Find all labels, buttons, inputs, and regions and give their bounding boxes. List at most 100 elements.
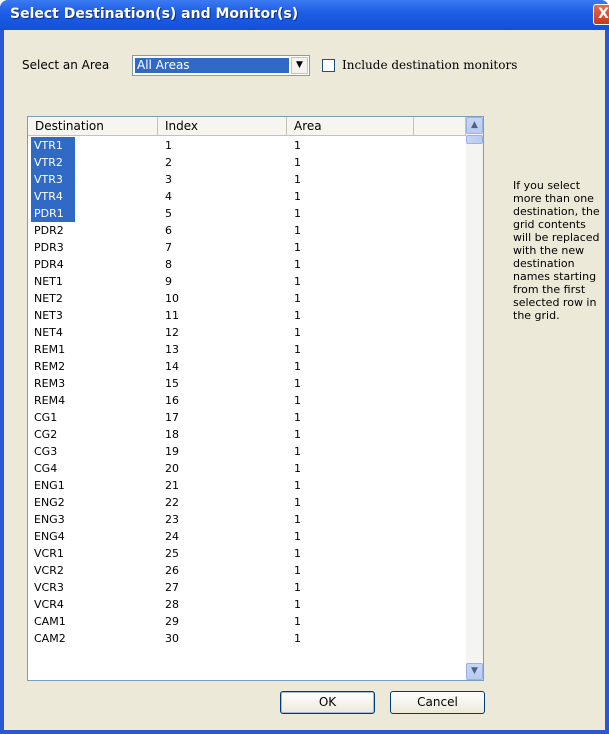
table-row[interactable]: REM1 13 1 [28,341,466,358]
table-row[interactable]: PDR2 6 1 [28,222,466,239]
cell-index: 20 [165,462,179,475]
cell-destination: PDR4 [34,258,64,271]
cell-area: 1 [294,428,301,441]
table-row[interactable]: CG2 18 1 [28,426,466,443]
area-dropdown[interactable]: All Areas ▼ [132,55,310,76]
grid-vertical-scrollbar[interactable]: ▲ ▼ [466,117,483,680]
table-row[interactable]: VTR3 3 1 [28,171,466,188]
window-title: Select Destination(s) and Monitor(s) [10,6,299,22]
column-header-destination[interactable]: Destination [28,117,158,136]
cell-destination: ENG2 [34,496,65,509]
table-row[interactable]: PDR1 5 1 [28,205,466,222]
cell-index: 5 [165,207,172,220]
cell-index: 22 [165,496,179,509]
table-row[interactable]: CG4 20 1 [28,460,466,477]
ok-button[interactable]: OK [280,691,375,714]
scroll-up-icon[interactable]: ▲ [466,117,483,134]
cell-destination: REM1 [34,343,66,356]
table-row[interactable]: REM3 15 1 [28,375,466,392]
cell-index: 15 [165,377,179,390]
table-row[interactable]: ENG3 23 1 [28,511,466,528]
cell-index: 23 [165,513,179,526]
cell-area: 1 [294,139,301,152]
cell-area: 1 [294,241,301,254]
cancel-button[interactable]: Cancel [390,691,485,714]
table-row[interactable]: CG1 17 1 [28,409,466,426]
cell-destination: CG2 [34,428,58,441]
table-row[interactable]: VCR1 25 1 [28,545,466,562]
cell-index: 11 [165,309,179,322]
cell-area: 1 [294,530,301,543]
cell-area: 1 [294,156,301,169]
cell-area: 1 [294,445,301,458]
table-row[interactable]: VCR3 27 1 [28,579,466,596]
table-row[interactable]: VTR4 4 1 [28,188,466,205]
column-header-empty [414,117,466,136]
cell-destination: VTR4 [31,188,75,205]
cell-index: 30 [165,632,179,645]
cell-destination: PDR2 [34,224,64,237]
table-row[interactable]: PDR4 8 1 [28,256,466,273]
info-text: If you select more than one destination,… [513,179,600,322]
cell-destination: VTR1 [31,137,75,154]
cell-destination: REM3 [34,377,66,390]
table-row[interactable]: CAM1 29 1 [28,613,466,630]
table-row[interactable]: NET1 9 1 [28,273,466,290]
cell-destination: ENG3 [34,513,65,526]
table-row[interactable]: REM2 14 1 [28,358,466,375]
cell-destination: VCR3 [34,581,64,594]
table-row[interactable]: VTR1 1 1 [28,137,466,154]
table-row[interactable]: REM4 16 1 [28,392,466,409]
close-button[interactable]: X [593,4,609,25]
dialog-window: Select Destination(s) and Monitor(s) X S… [0,0,609,734]
cell-area: 1 [294,479,301,492]
cell-area: 1 [294,360,301,373]
cell-area: 1 [294,292,301,305]
table-row[interactable]: VCR2 26 1 [28,562,466,579]
cell-index: 16 [165,394,179,407]
cell-index: 9 [165,275,172,288]
cell-destination: CG3 [34,445,58,458]
cell-area: 1 [294,581,301,594]
cell-index: 13 [165,343,179,356]
column-header-index[interactable]: Index [158,117,287,136]
cell-destination: VTR2 [31,154,75,171]
cell-area: 1 [294,394,301,407]
table-row[interactable]: VTR2 2 1 [28,154,466,171]
cell-area: 1 [294,632,301,645]
cell-index: 18 [165,428,179,441]
cell-destination: CAM1 [34,615,66,628]
destination-grid[interactable]: Destination Index Area VTR1 1 1 VTR2 2 1 VTR3 3… [27,116,484,681]
cell-area: 1 [294,615,301,628]
table-row[interactable]: ENG1 21 1 [28,477,466,494]
cell-area: 1 [294,190,301,203]
cell-index: 1 [165,139,172,152]
cell-destination: NET2 [34,292,63,305]
table-row[interactable]: NET3 11 1 [28,307,466,324]
cell-area: 1 [294,377,301,390]
cell-destination: CAM2 [34,632,66,645]
table-row[interactable]: NET4 12 1 [28,324,466,341]
scroll-down-icon[interactable]: ▼ [466,663,483,680]
cell-destination: REM2 [34,360,66,373]
chevron-down-icon[interactable]: ▼ [291,57,308,74]
grid-rows: VTR1 1 1 VTR2 2 1 VTR3 3 1 VTR4 4 1 PDR1 5 1 PDR2 6 1 PDR3… [28,137,466,647]
area-label: Select an Area [22,58,110,72]
table-row[interactable]: CG3 19 1 [28,443,466,460]
include-monitors-checkbox[interactable] [322,59,335,72]
cell-destination: ENG4 [34,530,65,543]
cell-index: 26 [165,564,179,577]
table-row[interactable]: ENG4 24 1 [28,528,466,545]
table-row[interactable]: PDR3 7 1 [28,239,466,256]
table-row[interactable]: CAM2 30 1 [28,630,466,647]
table-row[interactable]: NET2 10 1 [28,290,466,307]
table-row[interactable]: ENG2 22 1 [28,494,466,511]
cell-destination: CG4 [34,462,58,475]
table-row[interactable]: VCR4 28 1 [28,596,466,613]
cell-area: 1 [294,258,301,271]
scrollbar-thumb[interactable] [466,135,483,144]
include-monitors-label[interactable]: Include destination monitors [342,58,517,72]
cell-index: 25 [165,547,179,560]
cell-index: 7 [165,241,172,254]
column-header-area[interactable]: Area [287,117,414,136]
